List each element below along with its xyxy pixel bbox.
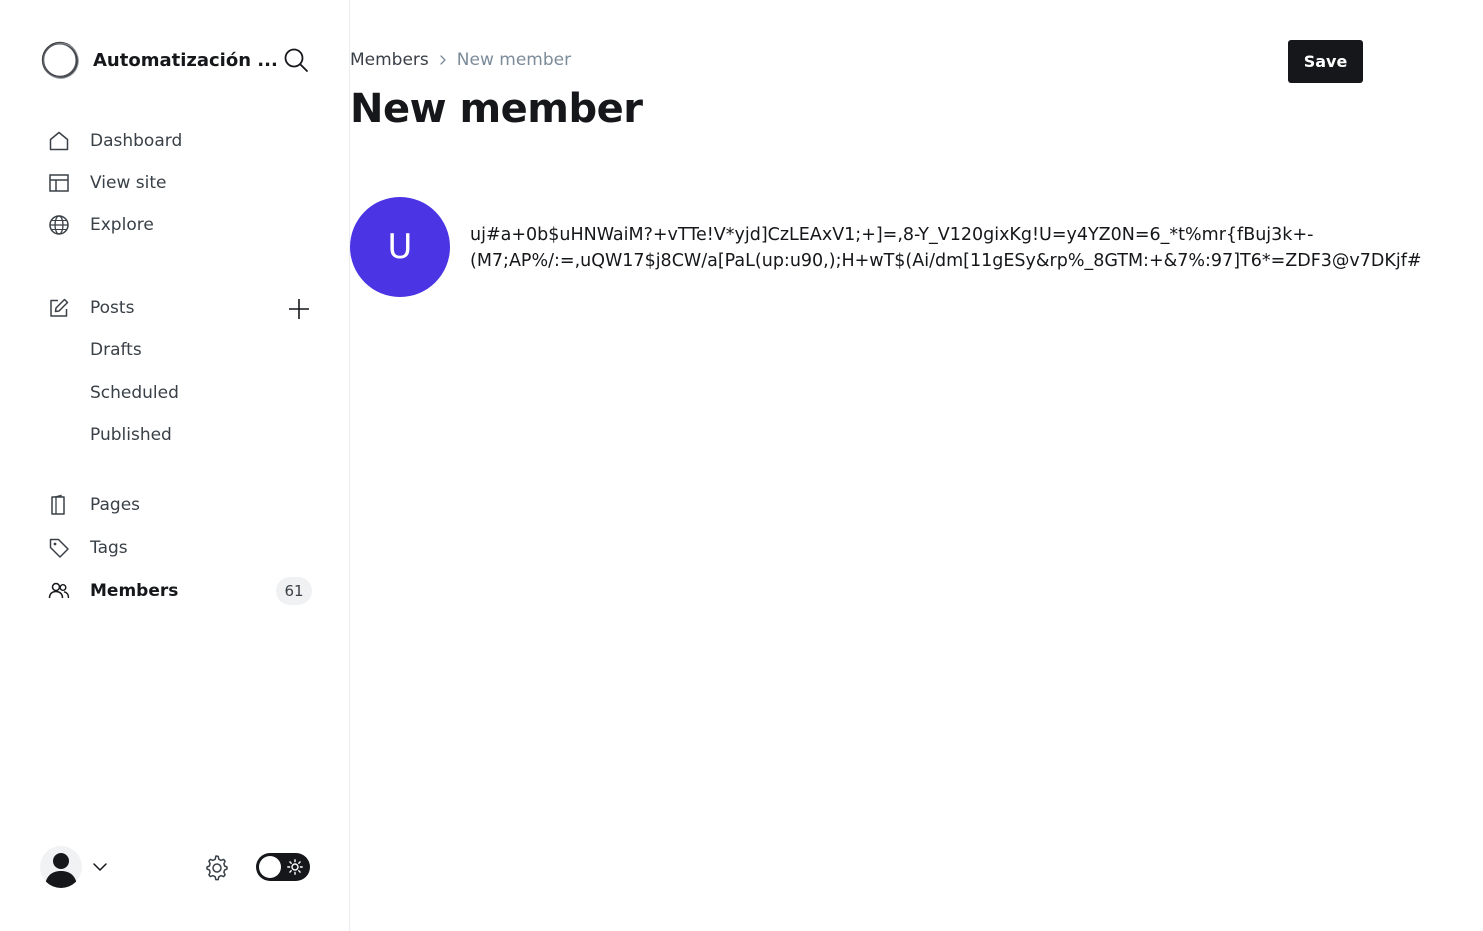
chevron-right-icon [437, 54, 449, 66]
sidebar-item-view-site[interactable]: View site [40, 166, 312, 200]
sidebar-item-label: Scheduled [90, 383, 179, 403]
site-brand[interactable]: Automatización ... [40, 40, 278, 80]
member-avatar: U [350, 197, 450, 297]
search-icon [284, 48, 308, 72]
site-name: Automatización ... [93, 49, 278, 71]
sidebar-item-drafts[interactable]: Drafts [40, 333, 312, 367]
search-button[interactable] [282, 46, 310, 74]
sidebar-item-explore[interactable]: Explore [40, 208, 312, 242]
sidebar-item-label: Pages [90, 495, 141, 515]
sidebar-item-label: Explore [90, 215, 154, 235]
save-button[interactable]: Save [1288, 40, 1363, 83]
app-root: Automatización ... Dashboard View site E… [0, 0, 1483, 931]
sidebar-item-label: Dashboard [90, 131, 183, 151]
gear-icon[interactable] [202, 853, 230, 881]
page-icon [40, 494, 78, 516]
sidebar-item-label: Posts [90, 298, 135, 318]
page-title: New member [350, 86, 643, 132]
user-avatar-icon [45, 853, 77, 888]
breadcrumb-members-link[interactable]: Members [350, 50, 429, 70]
sidebar-item-label: View site [90, 173, 167, 193]
sidebar-item-members[interactable]: Members [40, 574, 312, 608]
circle-logo-icon [41, 41, 79, 79]
chevron-down-icon[interactable] [92, 859, 108, 875]
breadcrumb: Members New member [350, 50, 571, 70]
sidebar-item-label: Tags [90, 538, 128, 558]
sidebar-item-label: Published [90, 425, 172, 445]
sidebar-item-label: Members [90, 581, 179, 601]
member-name: uj#a+0b$uHNWaiM?+vTTe!V*yjd]CzLEAxV1;+]=… [470, 222, 1483, 274]
sidebar-item-dashboard[interactable]: Dashboard [40, 124, 312, 158]
user-avatar[interactable] [40, 846, 82, 888]
tag-icon [40, 537, 78, 559]
sidebar-item-label: Drafts [90, 340, 142, 360]
toggle-knob [259, 856, 281, 878]
member-name-line-1: uj#a+0b$uHNWaiM?+vTTe!V*yjd]CzLEAxV1;+]=… [470, 225, 1314, 245]
members-count-badge: 61 [276, 577, 312, 605]
globe-icon [40, 214, 78, 236]
sidebar: Automatización ... Dashboard View site E… [0, 0, 350, 931]
plus-icon [289, 299, 309, 319]
home-icon [40, 130, 78, 152]
users-icon [40, 580, 78, 602]
sidebar-item-pages[interactable]: Pages [40, 488, 312, 522]
sidebar-item-tags[interactable]: Tags [40, 531, 312, 565]
member-name-line-2: (M7;AP%/:=,uQW17$j8CW/a[PaL(up:u90,);H+w… [470, 251, 1422, 271]
add-post-button[interactable] [284, 294, 314, 324]
sidebar-item-scheduled[interactable]: Scheduled [40, 376, 312, 410]
layout-icon [40, 172, 78, 194]
breadcrumb-current: New member [456, 50, 572, 70]
main-content: Members New member New member Save U uj#… [350, 0, 1483, 931]
sidebar-item-posts[interactable]: Posts [40, 291, 280, 325]
member-initial: U [387, 227, 413, 267]
edit-icon [40, 297, 78, 319]
theme-toggle[interactable] [256, 853, 310, 881]
sidebar-item-published[interactable]: Published [40, 418, 312, 452]
sun-icon [287, 859, 303, 875]
